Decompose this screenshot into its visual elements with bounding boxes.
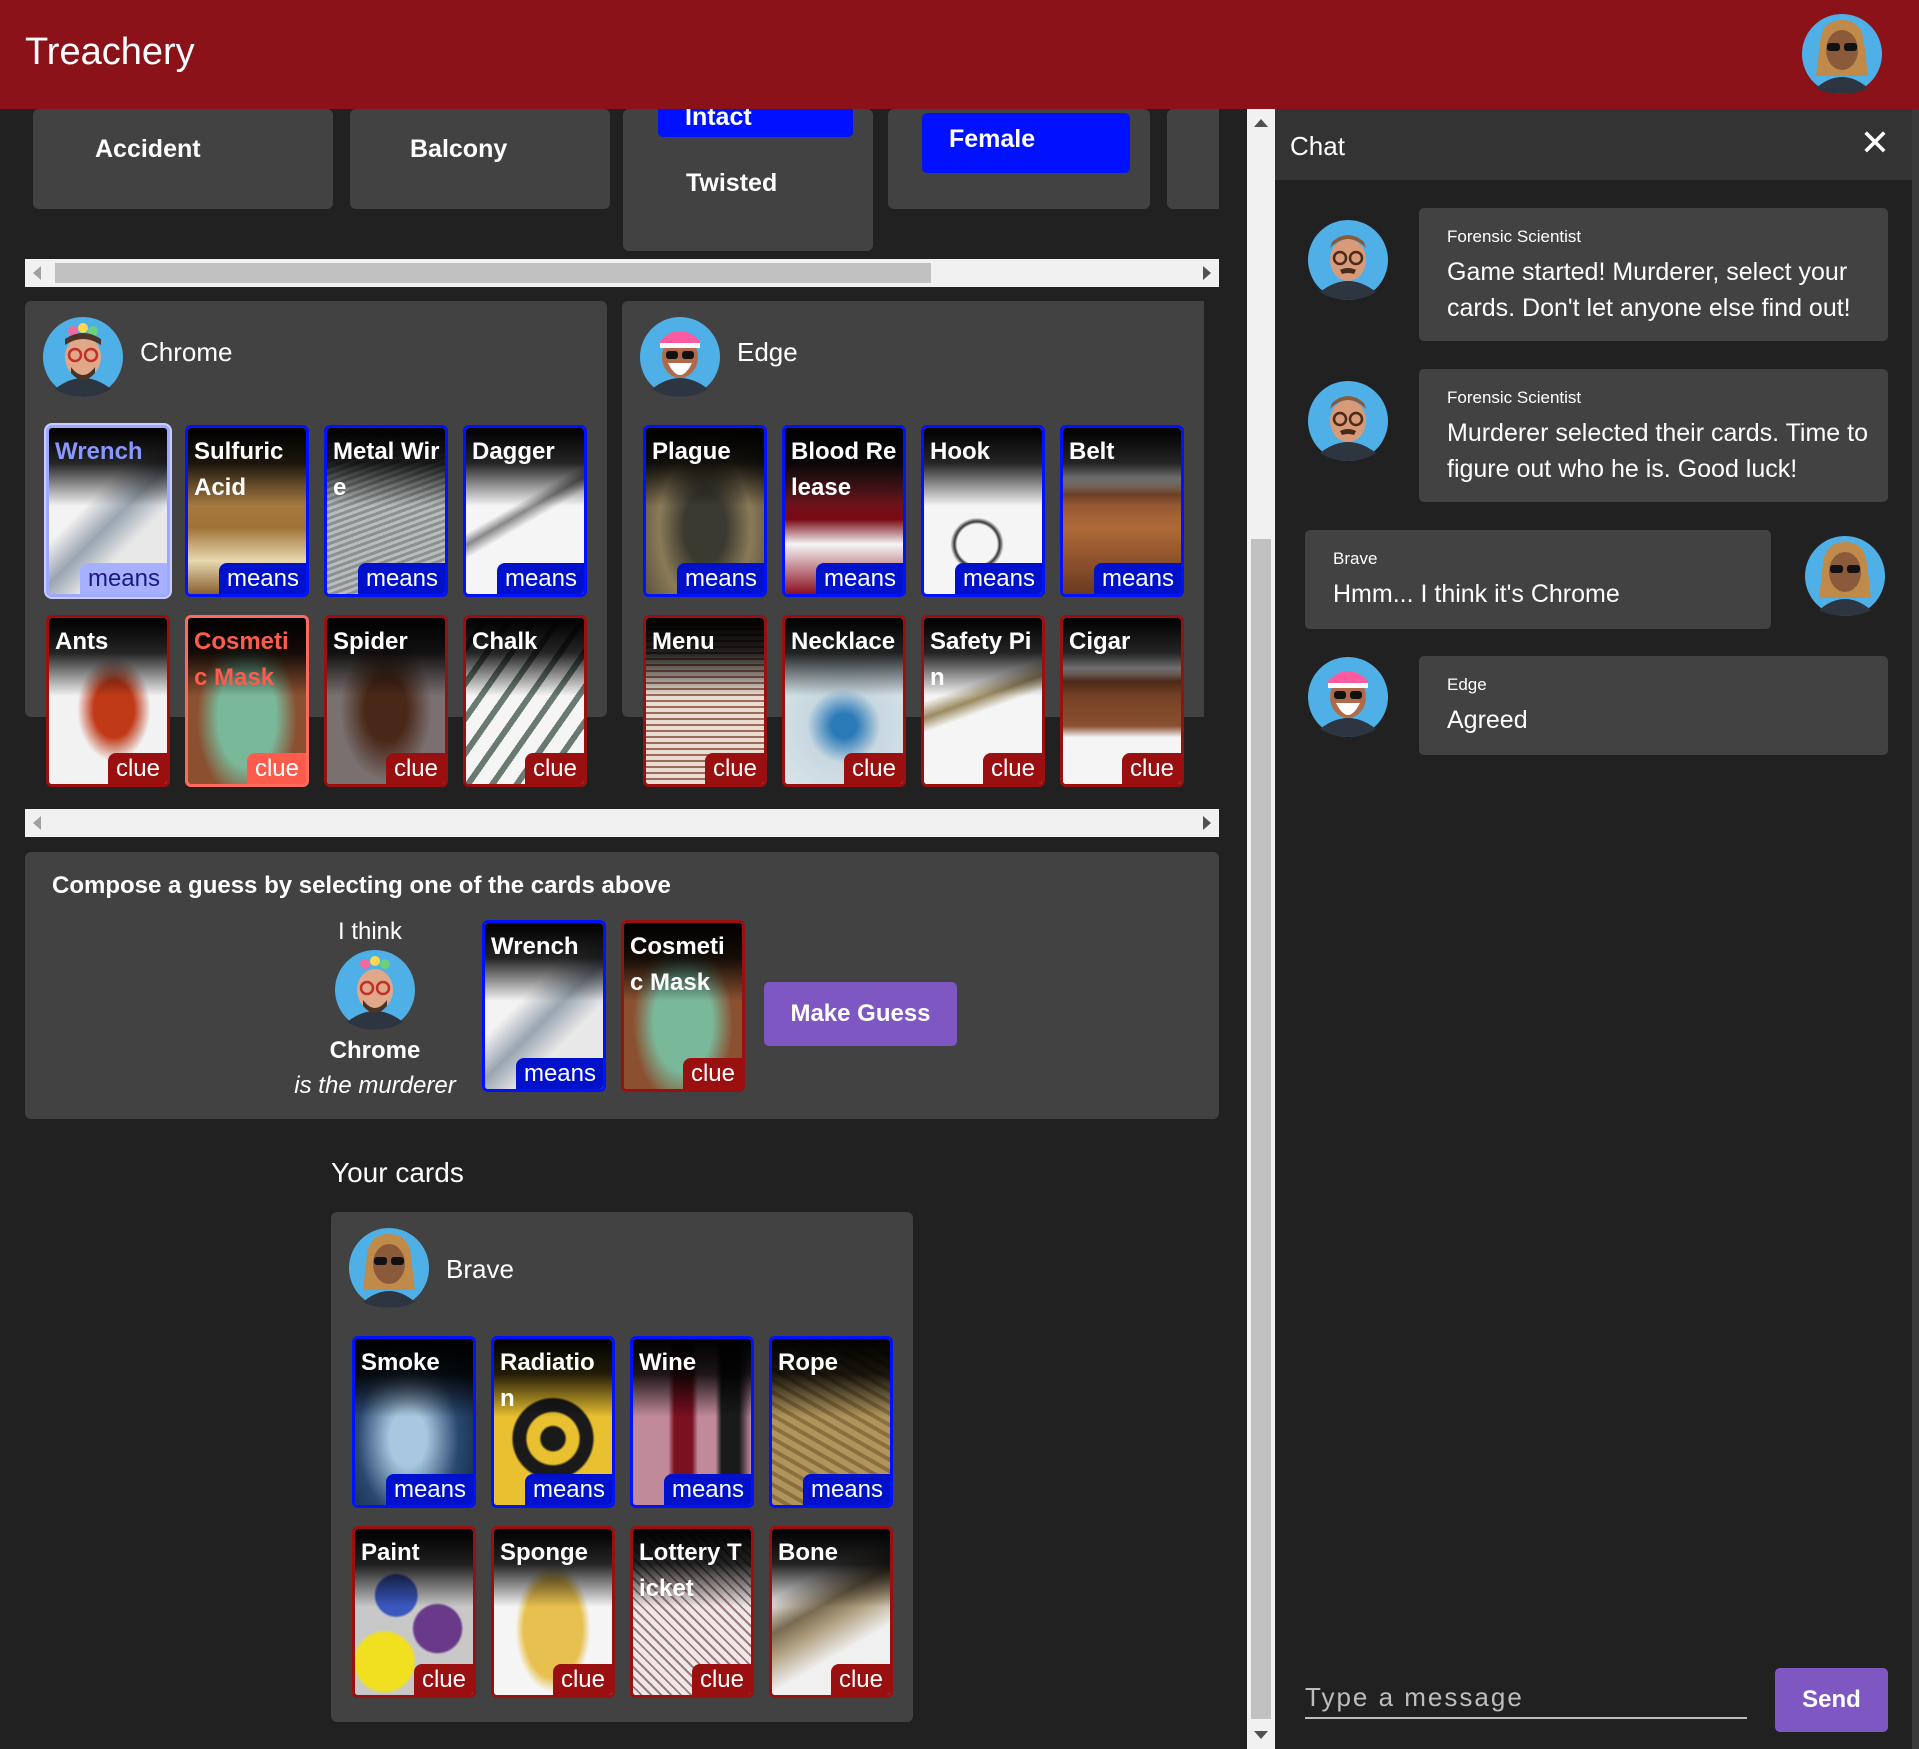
scene-label: Balcony xyxy=(410,135,508,163)
app-bar: Treachery xyxy=(0,0,1919,109)
guess-heading: Compose a guess by selecting one of the … xyxy=(52,872,671,899)
means-card[interactable]: Blood Release means xyxy=(782,425,906,597)
clue-card[interactable]: Bone clue xyxy=(769,1526,893,1698)
player-name: Chrome xyxy=(140,337,233,367)
avatar-brave xyxy=(349,1228,429,1308)
means-card[interactable]: Sulfuric Acid means xyxy=(185,425,309,597)
chat-title: Chat xyxy=(1290,131,1345,161)
clue-card[interactable]: Cosmetic Mask clue xyxy=(185,615,309,787)
scroll-thumb[interactable] xyxy=(1251,539,1271,1719)
scene-label: Accident xyxy=(95,135,201,163)
user-avatar[interactable] xyxy=(1802,14,1882,94)
player-name: Brave xyxy=(446,1254,514,1284)
scroll-left-arrow[interactable] xyxy=(33,266,41,280)
means-card[interactable]: Wine means xyxy=(630,1336,754,1508)
message-sender: Edge xyxy=(1447,675,1487,694)
message-text: Murderer selected their cards. Time to f… xyxy=(1447,419,1868,483)
scene-card-state[interactable]: Intact Twisted xyxy=(623,109,873,251)
avatar-forensic-scientist xyxy=(1308,381,1388,461)
chat-message: Forensic Scientist Game started! Murdere… xyxy=(1419,208,1888,341)
means-card[interactable]: Dagger means xyxy=(463,425,587,597)
means-card[interactable]: Rope means xyxy=(769,1336,893,1508)
clue-card[interactable]: Ants clue xyxy=(46,615,170,787)
means-card[interactable]: Radiation means xyxy=(491,1336,615,1508)
message-text: Hmm... I think it's Chrome xyxy=(1333,580,1620,608)
message-text: Game started! Murderer, select your card… xyxy=(1447,258,1851,322)
means-card[interactable]: Belt means xyxy=(1060,425,1184,597)
means-card[interactable]: Smoke means xyxy=(352,1336,476,1508)
chat-header: Chat ✕ xyxy=(1275,109,1912,180)
clue-card[interactable]: Lottery Ticket clue xyxy=(630,1526,754,1698)
scene-card-partial[interactable] xyxy=(1167,109,1219,209)
avatar-edge xyxy=(640,317,720,397)
scroll-down-arrow[interactable] xyxy=(1254,1731,1268,1739)
message-sender: Forensic Scientist xyxy=(1447,227,1582,246)
make-guess-button[interactable]: Make Guess xyxy=(764,982,957,1046)
avatar-forensic-scientist xyxy=(1308,220,1388,300)
i-think-label: I think xyxy=(337,918,403,945)
clue-card[interactable]: Cigar clue xyxy=(1060,615,1184,787)
means-card[interactable]: Metal Wire means xyxy=(324,425,448,597)
guess-clue-card[interactable]: Cosmetic Mask clue xyxy=(621,920,745,1092)
option-twisted[interactable]: Twisted xyxy=(686,169,777,198)
chat-message: Forensic Scientist Murderer selected the… xyxy=(1419,369,1888,502)
avatar-chrome xyxy=(43,317,123,397)
chat-message-own: Brave Hmm... I think it's Chrome xyxy=(1305,530,1771,629)
scroll-right-arrow[interactable] xyxy=(1203,816,1211,830)
player-panel-chrome: Chrome Wrench means Sulfuric Acid means Me… xyxy=(25,301,607,787)
players-horizontal-scrollbar[interactable] xyxy=(25,809,1219,837)
scene-card-gender[interactable]: Female xyxy=(888,109,1150,209)
scroll-up-arrow[interactable] xyxy=(1254,119,1268,127)
message-sender: Brave xyxy=(1333,549,1378,568)
player-name: Edge xyxy=(737,337,798,367)
clue-card[interactable]: Menu clue xyxy=(643,615,767,787)
guess-means-card[interactable]: Wrench means xyxy=(482,920,606,1092)
top-horizontal-scrollbar[interactable] xyxy=(25,259,1219,287)
suspect-name: Chrome xyxy=(329,1037,421,1064)
clue-card[interactable]: Necklace clue xyxy=(782,615,906,787)
scroll-right-arrow[interactable] xyxy=(1203,266,1211,280)
chat-panel: Chat ✕ Forensic Scientist Game started! … xyxy=(1275,109,1912,1749)
window-edge xyxy=(1912,109,1919,1749)
means-card[interactable]: Plague means xyxy=(643,425,767,597)
message-sender: Forensic Scientist xyxy=(1447,388,1582,407)
chat-message: Edge Agreed xyxy=(1419,656,1888,755)
avatar-suspect xyxy=(335,950,415,1030)
means-card[interactable]: Hook means xyxy=(921,425,1045,597)
clue-card[interactable]: Sponge clue xyxy=(491,1526,615,1698)
main-vertical-scrollbar[interactable] xyxy=(1247,109,1275,1749)
means-card[interactable]: Wrench means xyxy=(46,425,170,597)
send-button[interactable]: Send xyxy=(1775,1668,1888,1732)
clue-card[interactable]: Paint clue xyxy=(352,1526,476,1698)
game-board: Accident Balcony Intact Twisted Female C… xyxy=(0,109,1247,1749)
guess-panel: Compose a guess by selecting one of the … xyxy=(25,852,1219,1119)
scroll-thumb[interactable] xyxy=(55,263,931,283)
app-title: Treachery xyxy=(25,31,195,73)
clue-card[interactable]: Spider clue xyxy=(324,615,448,787)
is-murderer-label: is the murderer xyxy=(294,1072,456,1099)
clue-card[interactable]: Chalk clue xyxy=(463,615,587,787)
scene-card-accident[interactable]: Accident xyxy=(33,109,333,209)
player-panel-brave: Brave Smoke means Radiation means Wine mean… xyxy=(331,1212,913,1722)
your-cards-title: Your cards xyxy=(331,1157,464,1188)
clue-card[interactable]: Safety Pin clue xyxy=(921,615,1045,787)
message-text: Agreed xyxy=(1447,706,1528,734)
avatar-edge xyxy=(1308,657,1388,737)
avatar-brave xyxy=(1805,536,1885,616)
scene-card-balcony[interactable]: Balcony xyxy=(350,109,610,209)
option-chip-intact[interactable]: Intact xyxy=(658,109,853,137)
player-panel-edge: Edge Plague means Blood Release means Hook… xyxy=(622,301,1204,787)
scroll-left-arrow[interactable] xyxy=(33,816,41,830)
close-icon[interactable]: ✕ xyxy=(1857,125,1893,161)
chat-message-input[interactable] xyxy=(1305,1677,1747,1719)
option-chip-female[interactable]: Female xyxy=(922,113,1130,173)
